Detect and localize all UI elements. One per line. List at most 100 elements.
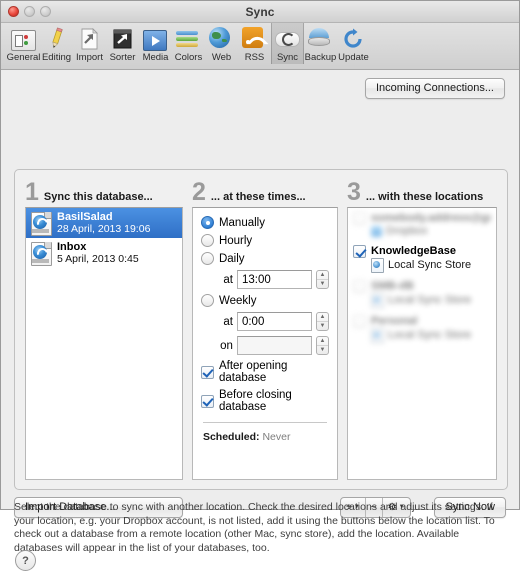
radio-row-daily[interactable]: Daily: [200, 252, 329, 265]
toolbar-label-editing: Editing: [41, 52, 72, 63]
toolbar-item-rss[interactable]: RSS: [238, 25, 271, 63]
dropbox-icon: [371, 226, 382, 237]
step-two-number: 2: [191, 178, 206, 206]
toolbar-item-media[interactable]: Media: [139, 25, 172, 63]
daily-time-row: at 13:00 ▲ ▼: [201, 270, 329, 289]
checkbox-label-after-opening: After opening database: [218, 360, 288, 384]
checkbox-row-after-opening[interactable]: After opening database: [200, 360, 329, 384]
toolbar-item-sync[interactable]: Sync: [271, 23, 304, 64]
scheduled-status: Scheduled: Never: [201, 431, 329, 443]
database-name: Inbox: [57, 241, 87, 253]
radio-row-weekly[interactable]: Weekly: [200, 294, 329, 307]
daily-at-label: at: [223, 273, 233, 286]
radio-label-manually: Manually: [218, 216, 265, 229]
weekly-day-input[interactable]: [236, 336, 312, 355]
weekly-time-input[interactable]: 0:00: [236, 312, 312, 331]
locations-list[interactable]: somebody.address@gmail.com Dropbox Knowl…: [347, 207, 497, 480]
toolbar-label-general: General: [6, 52, 41, 63]
database-row-basilsalad[interactable]: BasilSalad 28 April, 2013 19:06: [26, 208, 182, 238]
toolbar-item-web[interactable]: Web: [205, 25, 238, 63]
radio-label-daily: Daily: [218, 252, 245, 265]
sync-store-icon: [371, 258, 384, 273]
toolbar-item-sorter[interactable]: Sorter: [106, 25, 139, 63]
footer-help-text: Select the database to sync with another…: [14, 501, 495, 554]
zoom-button-icon[interactable]: [40, 6, 51, 17]
database-name: BasilSalad: [57, 211, 113, 223]
location-sublabel: Local Sync Store: [371, 258, 471, 273]
sync-preferences-window: Sync General Editing Import Sorter Media…: [0, 0, 520, 571]
toolbar-label-update: Update: [338, 52, 369, 63]
toolbar-label-web: Web: [211, 52, 232, 63]
sync-settings-groupbox: 1 Sync this database... BasilSalad 28 Ap…: [14, 169, 508, 490]
location-checkbox[interactable]: [353, 315, 366, 328]
location-checkbox[interactable]: [353, 280, 366, 293]
weekly-day-stepper[interactable]: ▲ ▼: [316, 336, 329, 355]
database-row-inbox[interactable]: Inbox 5 April, 2013 0:45: [26, 238, 182, 268]
location-checkbox-knowledgebase[interactable]: [353, 245, 366, 258]
update-refresh-icon: [341, 27, 366, 51]
radio-daily[interactable]: [200, 252, 214, 265]
location-row[interactable]: SMB-dB Local Sync Store: [348, 276, 496, 311]
daily-time-stepper[interactable]: ▲ ▼: [316, 270, 329, 289]
weekly-on-label: on: [220, 339, 233, 352]
weekly-day-row: on ▲ ▼: [201, 336, 329, 355]
weekly-time-stepper[interactable]: ▲ ▼: [316, 312, 329, 331]
radio-manually[interactable]: [200, 216, 214, 229]
daily-time-input[interactable]: 13:00: [236, 270, 312, 289]
location-row-knowledgebase[interactable]: KnowledgeBase Local Sync Store: [348, 241, 496, 276]
help-button[interactable]: ?: [15, 550, 36, 571]
database-date: 5 April, 2013 0:45: [57, 253, 139, 265]
database-document-icon: [30, 241, 52, 266]
location-row[interactable]: Personal Local Sync Store: [348, 311, 496, 346]
sync-store-icon: [371, 293, 384, 308]
sync-pane-content: Incoming Connections... 1 Sync this data…: [1, 70, 519, 571]
rss-icon: [242, 27, 267, 51]
radio-label-weekly: Weekly: [218, 294, 257, 307]
toolbar-item-editing[interactable]: Editing: [40, 25, 73, 63]
toolbar-item-import[interactable]: Import: [73, 25, 106, 63]
toolbar-item-general[interactable]: General: [7, 25, 40, 63]
location-checkbox[interactable]: [353, 212, 366, 225]
traffic-light-group: [8, 6, 51, 17]
database-date: 28 April, 2013 19:06: [57, 223, 151, 235]
toolbar-item-colors[interactable]: Colors: [172, 25, 205, 63]
step-three-header: 3 ... with these locations: [347, 180, 497, 205]
schedule-panel: Manually Hourly Daily at 13:00 ▲ ▼ Weekl…: [191, 207, 338, 480]
window-title: Sync: [245, 4, 275, 19]
database-list[interactable]: BasilSalad 28 April, 2013 19:06 Inbox 5 …: [25, 207, 183, 480]
radio-row-hourly[interactable]: Hourly: [200, 234, 329, 247]
preferences-toolbar: General Editing Import Sorter Media Colo…: [1, 23, 519, 70]
media-play-icon: [143, 27, 168, 51]
checkbox-row-before-closing[interactable]: Before closing database: [200, 389, 329, 413]
general-icon: [11, 27, 36, 51]
step-three-label: ... with these locations: [365, 191, 484, 203]
radio-row-manually[interactable]: Manually: [200, 216, 329, 229]
toolbar-label-colors: Colors: [174, 52, 203, 63]
weekly-at-label: at: [223, 315, 233, 328]
minimize-button-icon[interactable]: [24, 6, 35, 17]
import-icon: [77, 27, 102, 51]
toolbar-item-backup[interactable]: Backup: [304, 25, 337, 63]
radio-weekly[interactable]: [200, 294, 214, 307]
sync-cloud-icon: [275, 27, 300, 51]
step-three-column: 3 ... with these locations somebody.addr…: [347, 180, 497, 480]
weekly-time-row: at 0:00 ▲ ▼: [201, 312, 329, 331]
checkbox-after-opening-database[interactable]: [200, 365, 214, 379]
toolbar-item-update[interactable]: Update: [337, 25, 370, 63]
toolbar-label-sorter: Sorter: [109, 52, 136, 63]
pencil-icon: [44, 27, 69, 51]
scheduled-status-label: Scheduled:: [202, 431, 260, 443]
location-row[interactable]: somebody.address@gmail.com Dropbox: [348, 208, 496, 241]
checkbox-label-before-closing: Before closing database: [218, 389, 292, 413]
close-button-icon[interactable]: [8, 6, 19, 17]
location-sublabel: Local Sync Store: [371, 328, 471, 343]
schedule-divider: [202, 422, 327, 423]
title-bar: Sync: [1, 1, 519, 23]
location-name: Personal: [371, 315, 418, 327]
checkbox-before-closing-database[interactable]: [200, 394, 214, 408]
toolbar-label-sync: Sync: [276, 52, 299, 63]
step-one-header: 1 Sync this database...: [25, 178, 183, 206]
step-one-number: 1: [25, 178, 39, 206]
incoming-connections-button[interactable]: Incoming Connections...: [364, 78, 505, 99]
radio-hourly[interactable]: [200, 234, 214, 247]
